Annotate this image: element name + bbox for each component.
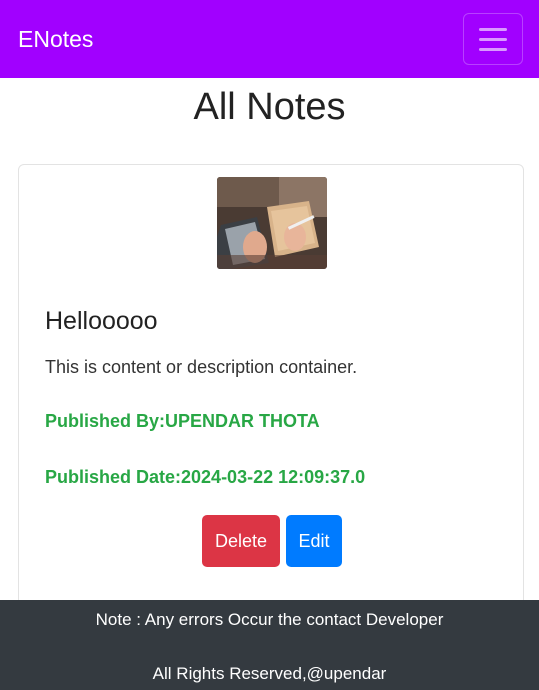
- footer-rights: All Rights Reserved,@upendar: [152, 664, 387, 683]
- brand-link[interactable]: ENotes: [18, 26, 93, 53]
- note-title: Hellooooo: [45, 307, 158, 335]
- edit-button[interactable]: Edit: [286, 515, 342, 567]
- published-by: Published By:UPENDAR THOTA: [45, 411, 320, 431]
- hamburger-menu-icon[interactable]: [463, 13, 523, 65]
- footer-note: Note : Any errors Occur the contact Deve…: [95, 610, 444, 629]
- navbar: ENotes: [0, 0, 539, 78]
- note-actions: Delete Edit: [19, 515, 525, 567]
- footer: Note : Any errors Occur the contact Deve…: [0, 600, 539, 690]
- note-image: [217, 177, 327, 269]
- delete-button[interactable]: Delete: [202, 515, 280, 567]
- page-title: All Notes: [193, 86, 346, 128]
- published-date: Published Date:2024-03-22 12:09:37.0: [45, 467, 366, 487]
- note-card: Hellooooo This is content or description…: [18, 164, 524, 624]
- note-content: This is content or description container…: [45, 357, 358, 377]
